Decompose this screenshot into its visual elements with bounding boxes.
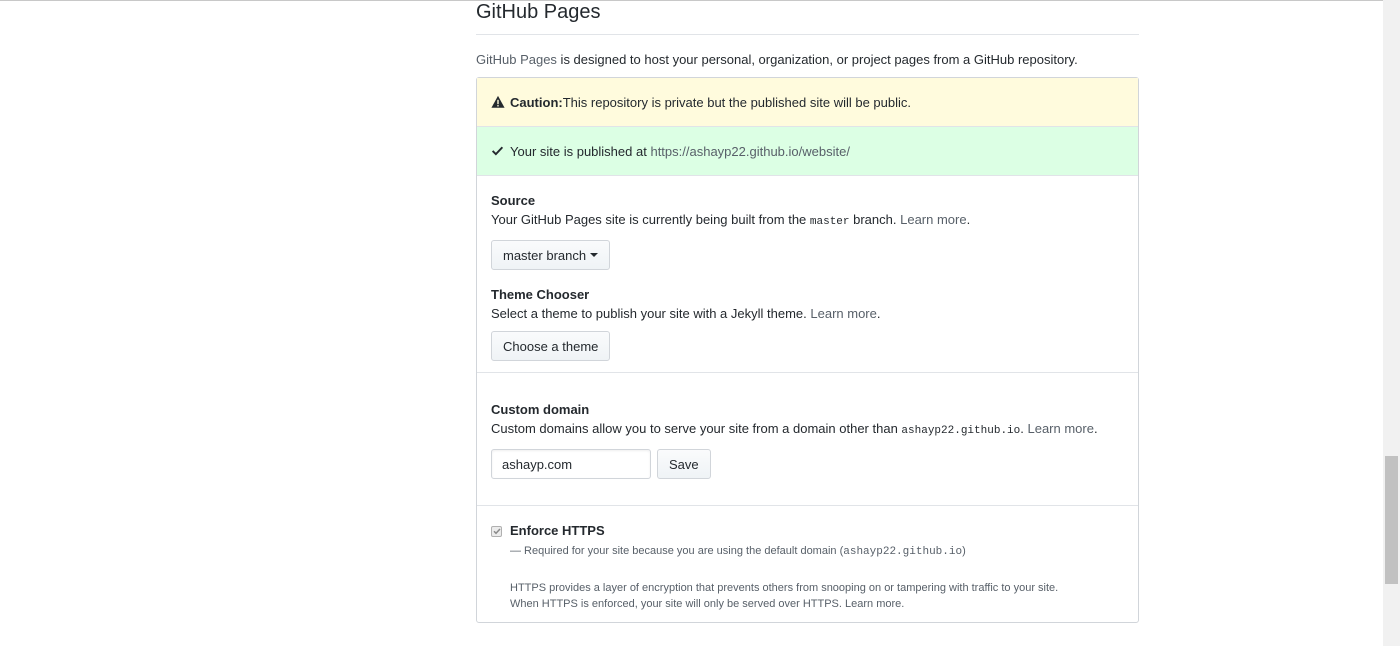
- custom-domain-section: Custom domain Custom domains allow you t…: [477, 373, 1138, 506]
- theme-heading: Theme Chooser: [491, 287, 590, 302]
- github-pages-section: GitHub Pages GitHub Pages is designed to…: [476, 0, 1139, 623]
- checkmark-icon: [492, 528, 501, 535]
- source-description: Your GitHub Pages site is currently bein…: [491, 211, 1124, 231]
- domain-text-before: Custom domains allow you to serve your s…: [491, 421, 902, 436]
- source-heading: Source: [491, 193, 536, 208]
- caution-label: Caution:: [510, 94, 563, 110]
- https-required-note: — Required for your site because you are…: [491, 543, 1124, 560]
- enforce-https-checkbox[interactable]: [491, 525, 502, 537]
- branch-code: master: [809, 216, 850, 228]
- save-button[interactable]: Save: [657, 449, 711, 479]
- github-pages-link[interactable]: GitHub Pages: [476, 52, 557, 67]
- pages-description: GitHub Pages is designed to host your pe…: [476, 51, 1139, 69]
- page-scrollbar[interactable]: [1383, 0, 1400, 646]
- branch-select-label: master branch: [503, 247, 587, 263]
- theme-learn-more-link[interactable]: Learn more: [810, 306, 876, 321]
- source-period: .: [966, 212, 971, 227]
- https-note-after: ): [962, 545, 966, 557]
- https-info: HTTPS provides a layer of encryption tha…: [491, 580, 1124, 612]
- alert-icon: [491, 95, 505, 109]
- source-text-before: Your GitHub Pages site is currently bein…: [491, 212, 810, 227]
- chevron-down-icon: [590, 253, 599, 257]
- description-text: is designed to host your personal, organ…: [556, 52, 1078, 67]
- https-domain-code: ashayp22.github.io: [843, 546, 963, 558]
- theme-period: .: [876, 306, 881, 321]
- https-info-line1: HTTPS provides a layer of encryption tha…: [510, 582, 1059, 594]
- choose-theme-button[interactable]: Choose a theme: [491, 331, 611, 361]
- domain-code: ashayp22.github.io: [901, 425, 1021, 437]
- https-note-before: — Required for your site because you are…: [510, 545, 844, 557]
- caution-text: This repository is private but the publi…: [562, 94, 912, 110]
- source-learn-more-link[interactable]: Learn more: [900, 212, 966, 227]
- theme-text: Select a theme to publish your site with…: [491, 306, 811, 321]
- https-period: .: [901, 598, 905, 610]
- domain-period: .: [1093, 421, 1098, 436]
- branch-select-button[interactable]: master branch: [491, 240, 611, 270]
- pages-settings-box: Caution: This repository is private but …: [476, 77, 1139, 623]
- enforce-https-label: Enforce HTTPS: [510, 523, 605, 538]
- published-flash: Your site is published at https://ashayp…: [477, 127, 1138, 176]
- check-icon: [491, 144, 505, 158]
- custom-domain-input[interactable]: [491, 449, 651, 479]
- theme-description: Select a theme to publish your site with…: [491, 305, 1124, 323]
- source-text-after: branch.: [849, 212, 901, 227]
- caution-flash: Caution: This repository is private but …: [477, 78, 1138, 127]
- page-title: GitHub Pages: [476, 0, 1139, 35]
- published-text: Your site is published at: [510, 143, 647, 159]
- https-learn-more-link[interactable]: Learn more: [845, 598, 901, 610]
- scrollbar-thumb[interactable]: [1385, 456, 1398, 584]
- published-url-link[interactable]: https://ashayp22.github.io/website/: [650, 144, 849, 159]
- source-theme-section: Source Your GitHub Pages site is current…: [477, 176, 1138, 373]
- https-info-line2: When HTTPS is enforced, your site will o…: [510, 596, 1124, 612]
- enforce-https-section: Enforce HTTPS — Required for your site b…: [477, 506, 1138, 622]
- https-info-line2-text: When HTTPS is enforced, your site will o…: [510, 598, 846, 610]
- domain-learn-more-link[interactable]: Learn more: [1027, 421, 1093, 436]
- custom-domain-heading: Custom domain: [491, 402, 590, 417]
- custom-domain-description: Custom domains allow you to serve your s…: [491, 420, 1124, 440]
